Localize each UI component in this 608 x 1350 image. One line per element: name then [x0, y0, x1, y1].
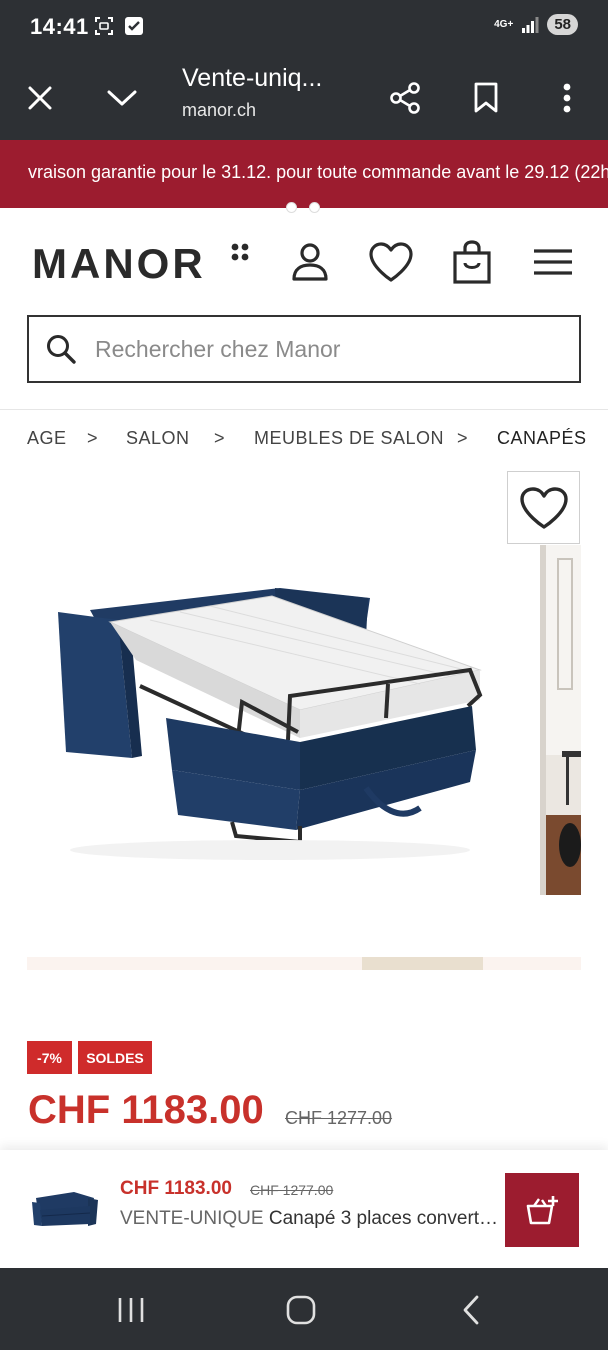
recents-button[interactable]	[109, 1288, 153, 1332]
promo-banner[interactable]: vraison garantie pour le 31.12. pour tou…	[0, 140, 608, 208]
menu-button[interactable]	[527, 236, 579, 288]
product-price: CHF 1183.00	[28, 1088, 264, 1132]
breadcrumb-divider	[0, 409, 608, 410]
browser-toolbar: Vente-uniq... manor.ch	[0, 56, 608, 140]
chevron-down-icon	[107, 90, 137, 106]
carousel-dots	[286, 202, 320, 213]
battery-indicator: 58	[547, 14, 578, 35]
sticky-product-name: VENTE-UNIQUE Canapé 3 places convertible	[120, 1208, 502, 1230]
add-to-cart-button[interactable]	[505, 1173, 579, 1247]
more-vert-icon	[563, 83, 571, 113]
screenshot-icon	[95, 17, 113, 35]
account-button[interactable]	[284, 236, 336, 288]
shopping-bag-icon	[453, 240, 491, 284]
promo-text: vraison garantie pour le 31.12. pour tou…	[28, 162, 608, 182]
page-domain[interactable]: manor.ch	[182, 100, 256, 121]
sticky-original-price: CHF 1277.00	[250, 1182, 334, 1198]
network-label: 4G+	[494, 18, 514, 30]
sticky-price: CHF 1183.00	[120, 1178, 232, 1199]
home-icon	[286, 1295, 316, 1325]
recents-icon	[118, 1298, 144, 1322]
heart-icon	[369, 242, 413, 282]
share-icon	[390, 82, 420, 114]
close-icon	[28, 86, 52, 110]
status-bar: 14:41 4G+ 58	[0, 0, 608, 56]
basket-add-icon	[526, 1196, 558, 1225]
discount-badge: -7%	[27, 1041, 72, 1074]
carousel-dot[interactable]	[286, 202, 297, 213]
breadcrumb-item[interactable]: MEUBLES DE SALON	[254, 428, 444, 449]
sale-badge: SOLDES	[78, 1041, 152, 1074]
wishlist-button[interactable]	[365, 236, 417, 288]
bookmark-button[interactable]	[462, 74, 510, 122]
search-input[interactable]	[95, 331, 555, 367]
breadcrumb-separator: >	[457, 428, 469, 448]
cart-button[interactable]	[446, 236, 498, 288]
notification-icons	[94, 16, 144, 36]
status-time: 14:41	[30, 14, 89, 39]
breadcrumb-item[interactable]: AGE	[27, 428, 67, 449]
breadcrumb-item[interactable]: SALON	[126, 428, 190, 449]
user-icon	[292, 243, 328, 281]
logo-dots-icon	[231, 243, 249, 261]
collapse-button[interactable]	[98, 74, 146, 122]
status-right: 4G+ 58	[494, 14, 578, 35]
gallery-progress-indicator	[362, 957, 483, 970]
back-icon	[463, 1295, 479, 1325]
back-button[interactable]	[449, 1288, 493, 1332]
close-tab-button[interactable]	[16, 74, 64, 122]
check-box-icon	[125, 17, 143, 35]
manor-logo[interactable]: MANOR	[32, 240, 206, 288]
carousel-dot[interactable]	[309, 202, 320, 213]
signal-icon	[522, 16, 539, 33]
page-title[interactable]: Vente-uniq...	[182, 64, 322, 93]
product-thumbnail	[32, 1192, 98, 1226]
breadcrumb-separator: >	[87, 428, 99, 448]
sticky-brand: VENTE-UNIQUE	[120, 1208, 264, 1229]
share-button[interactable]	[381, 74, 429, 122]
system-navigation-bar	[0, 1268, 608, 1350]
heart-icon	[519, 486, 568, 529]
more-options-button[interactable]	[543, 74, 591, 122]
bookmark-icon	[474, 82, 498, 113]
breadcrumb-current[interactable]: CANAPÉS	[497, 428, 587, 449]
home-button[interactable]	[279, 1288, 323, 1332]
breadcrumb-separator: >	[214, 428, 226, 448]
next-image-preview[interactable]	[540, 545, 581, 895]
sticky-product-title: Canapé 3 places convertible	[268, 1208, 502, 1229]
gallery-progress	[27, 957, 581, 970]
breadcrumb: AGE > SALON > MEUBLES DE SALON > CANAPÉS	[0, 428, 608, 454]
search-box[interactable]	[27, 315, 581, 383]
search-icon	[47, 335, 76, 364]
add-to-wishlist-button[interactable]	[507, 471, 580, 544]
original-price: CHF 1277.00	[285, 1108, 393, 1128]
menu-icon	[534, 249, 572, 275]
